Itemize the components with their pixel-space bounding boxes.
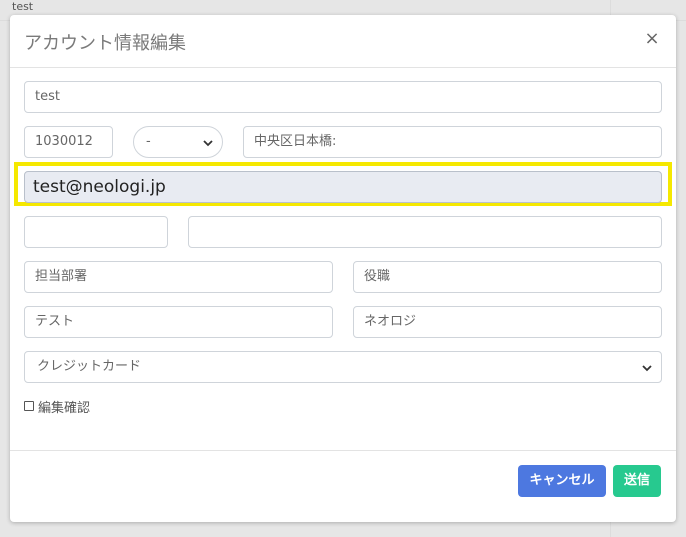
payment-method-selected: クレジットカード bbox=[37, 359, 142, 374]
first-name-field[interactable]: ネオロジ bbox=[353, 306, 662, 338]
checkbox-icon[interactable] bbox=[24, 401, 34, 411]
modal-header: アカウント情報編集 × bbox=[10, 15, 676, 68]
account-edit-modal: アカウント情報編集 × test 1030012 - 中央区日本橋: test@… bbox=[10, 15, 676, 522]
email-field[interactable]: test@neologi.jp bbox=[24, 171, 662, 203]
address-field[interactable]: 中央区日本橋: bbox=[243, 126, 662, 158]
chevron-down-icon bbox=[642, 365, 652, 372]
edit-confirm-label: 編集確認 bbox=[38, 401, 91, 416]
position-field[interactable]: 役職 bbox=[353, 261, 662, 293]
background-cell-text: test bbox=[12, 0, 34, 13]
chevron-down-icon bbox=[203, 140, 213, 147]
send-button[interactable]: 送信 bbox=[613, 465, 661, 497]
edit-confirm-row[interactable]: 編集確認 bbox=[24, 397, 90, 416]
last-name-field[interactable]: テスト bbox=[24, 306, 333, 338]
payment-method-select[interactable]: クレジットカード bbox=[24, 351, 662, 383]
phone-field[interactable] bbox=[24, 216, 168, 248]
address2-field[interactable] bbox=[188, 216, 662, 248]
close-icon[interactable]: × bbox=[642, 29, 662, 49]
prefecture-select[interactable]: - bbox=[133, 126, 223, 158]
prefecture-selected: - bbox=[146, 134, 151, 149]
modal-title: アカウント情報編集 bbox=[24, 33, 186, 54]
postal-code-field[interactable]: 1030012 bbox=[24, 126, 113, 158]
name-field[interactable]: test bbox=[24, 81, 662, 113]
department-field[interactable]: 担当部署 bbox=[24, 261, 333, 293]
modal-footer: キャンセル 送信 bbox=[10, 450, 676, 523]
cancel-button[interactable]: キャンセル bbox=[518, 465, 606, 497]
